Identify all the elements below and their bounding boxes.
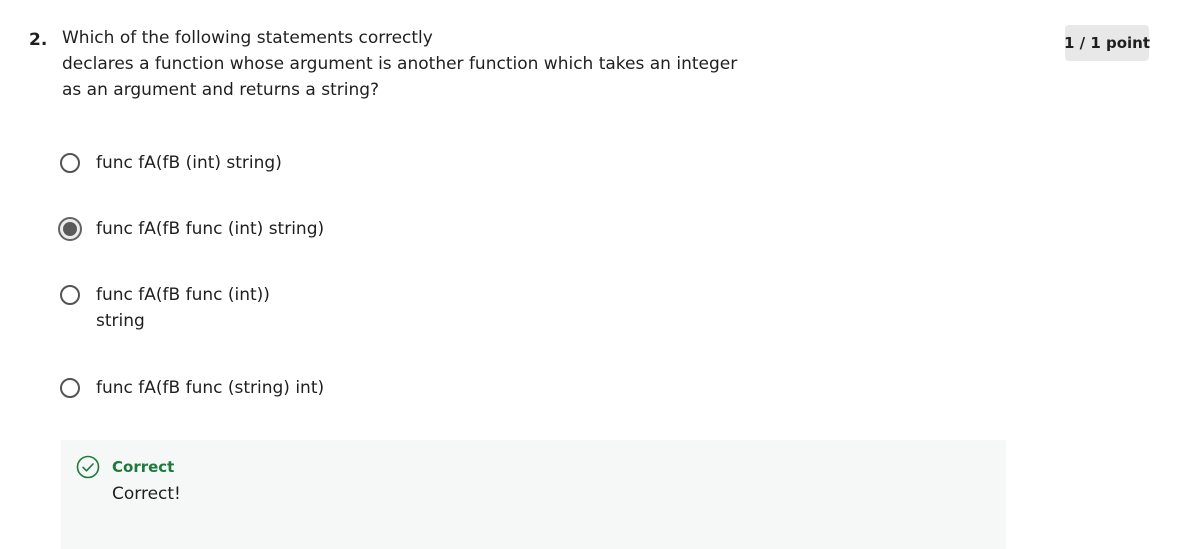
radio-button[interactable]	[60, 285, 80, 305]
question-text-line: Which of the following statements correc…	[62, 28, 433, 48]
feedback-panel: Correct Correct!	[61, 440, 1006, 549]
points-badge: 1 / 1 point	[1064, 25, 1150, 61]
question-number: 2.	[29, 30, 48, 50]
check-circle-icon	[76, 455, 100, 479]
quiz-question: 2. Which of the following statements cor…	[0, 0, 1202, 549]
answer-option-label: func fA(fB func (int)) string	[96, 282, 296, 334]
feedback-message: Correct!	[112, 484, 181, 504]
radio-button[interactable]	[60, 378, 80, 398]
answer-option-3[interactable]: func fA(fB func (int)) string	[60, 282, 296, 334]
radio-button-selected[interactable]	[58, 217, 82, 241]
question-text-line: as an argument and returns a string?	[62, 80, 380, 100]
answer-option-label-line: func fA(fB func (int) string)	[96, 219, 325, 239]
question-text: Which of the following statements correc…	[62, 25, 738, 103]
answer-option-label: func fA(fB func (int) string)	[96, 216, 416, 242]
answer-option-label-line: func fA(fB (int) string)	[96, 153, 282, 173]
answer-option-label: func fA(fB func (string) int)	[96, 375, 416, 401]
answer-option-2[interactable]: func fA(fB func (int) string)	[58, 216, 416, 242]
feedback-status: Correct	[112, 458, 175, 476]
answer-option-4[interactable]: func fA(fB func (string) int)	[60, 375, 416, 401]
answer-option-1[interactable]: func fA(fB (int) string)	[60, 150, 416, 176]
answer-option-label-line: string	[96, 311, 145, 331]
answer-option-label: func fA(fB (int) string)	[96, 150, 416, 176]
question-text-line: declares a function whose argument is an…	[62, 54, 738, 74]
answer-option-label-line: func fA(fB func (string) int)	[96, 378, 325, 398]
answer-option-label-line: func fA(fB func (int))	[96, 285, 270, 305]
radio-button[interactable]	[60, 153, 80, 173]
